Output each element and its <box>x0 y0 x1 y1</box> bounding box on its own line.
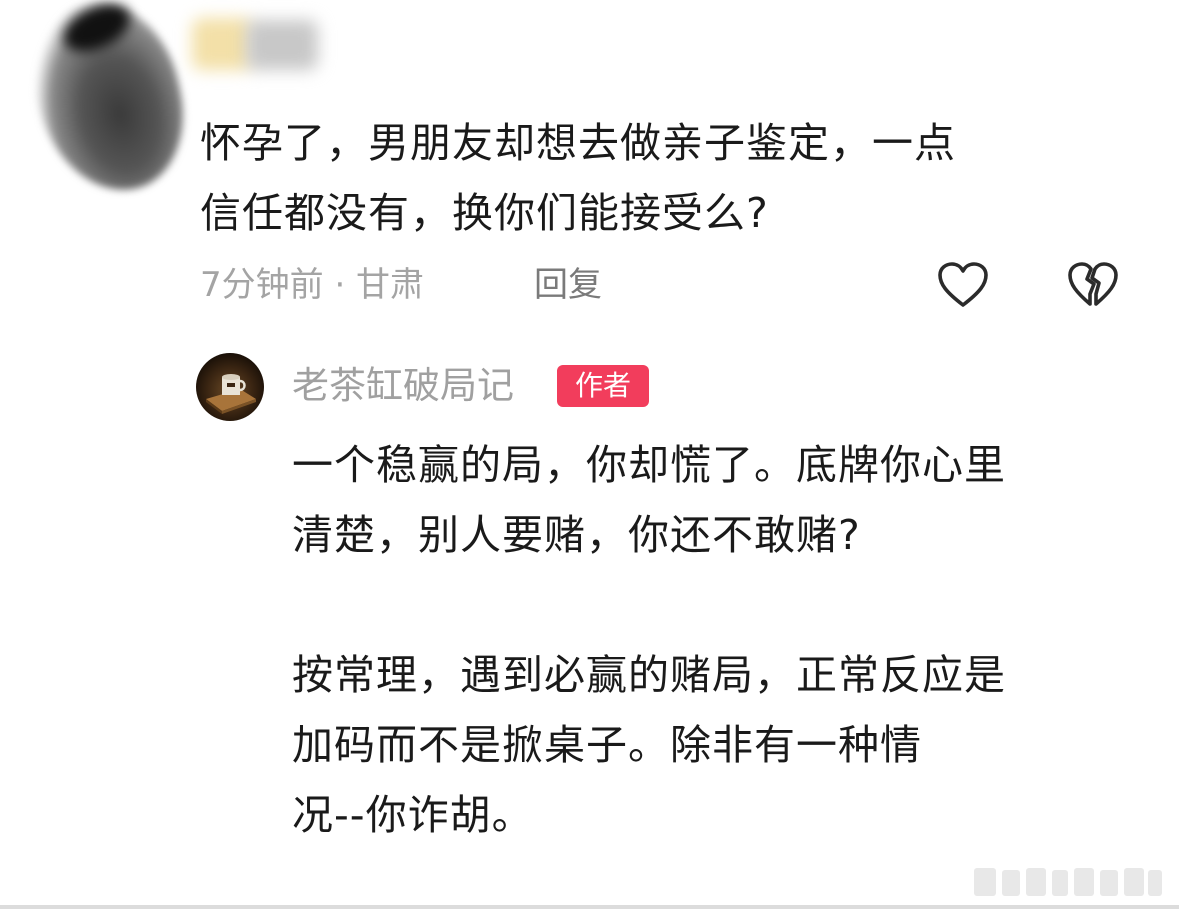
reply-line: 况--你诈胡。 <box>292 791 534 839</box>
heart-outline-icon <box>938 262 988 307</box>
reply-line: 清楚，别人要赌，你还不敢赌? <box>292 511 861 559</box>
reply-button[interactable]: 回复 <box>534 260 602 310</box>
like-button[interactable] <box>936 260 990 310</box>
comment-text: 怀孕了，男朋友却想去做亲子鉴定，一点 信任都没有，换你们能接受么? <box>200 108 1100 248</box>
bottom-divider <box>0 905 1179 909</box>
broken-heart-icon <box>1068 262 1118 306</box>
comment-line: 怀孕了，男朋友却想去做亲子鉴定，一点 <box>200 119 956 167</box>
reply-line: 加码而不是掀桌子。除非有一种情 <box>292 721 922 769</box>
comment-meta: 7分钟前 · 甘肃 <box>200 265 425 305</box>
reply-text: 一个稳赢的局，你却慌了。底牌你心里 清楚，别人要赌，你还不敢赌? 按常理，遇到必… <box>292 430 1152 850</box>
comment-line: 信任都没有，换你们能接受么? <box>200 189 769 237</box>
author-badge: 作者 <box>557 365 649 407</box>
blurred-watermark <box>968 864 1168 900</box>
commenter-name-blurred-2 <box>246 20 318 70</box>
reply-line: 按常理，遇到必赢的赌局，正常反应是 <box>292 651 1006 699</box>
author-name[interactable]: 老茶缸破局记 <box>292 360 514 412</box>
coffee-cup-icon <box>206 374 256 414</box>
reply-line: 一个稳赢的局，你却慌了。底牌你心里 <box>292 441 1006 489</box>
dislike-button[interactable] <box>1066 260 1120 310</box>
commenter-name-blurred <box>192 18 252 70</box>
author-avatar[interactable] <box>196 353 264 421</box>
